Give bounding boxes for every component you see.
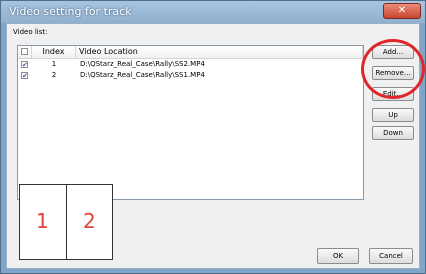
up-button[interactable]: Up — [372, 108, 414, 122]
header-index[interactable]: Index — [32, 46, 76, 58]
row-checkbox[interactable]: ✔ — [21, 72, 28, 80]
dialog-window: Video setting for track ✕ Video list: In… — [0, 0, 426, 274]
window-title: Video setting for track — [9, 5, 132, 18]
table-row[interactable]: ✔ 1 D:\QStarz_Real_Case\Rally\SS2.MP4 — [18, 59, 363, 70]
video-list[interactable]: Index Video Location ✔ 1 D:\QStarz_Real_… — [17, 45, 364, 200]
row-index: 2 — [51, 71, 57, 79]
row-index: 1 — [51, 60, 57, 68]
ok-button[interactable]: OK — [317, 248, 359, 264]
list-header: Index Video Location — [18, 46, 363, 59]
preview-panel-2: 2 — [83, 209, 96, 233]
remove-button[interactable]: Remove... — [372, 66, 414, 80]
dialog-client-area: Video list: Index Video Location ✔ 1 D:\… — [6, 23, 420, 269]
table-row[interactable]: ✔ 2 D:\QStarz_Real_Case\Rally\SS1.MP4 — [18, 70, 363, 81]
preview-panel-1: 1 — [36, 209, 49, 233]
close-icon: ✕ — [397, 5, 407, 16]
preview-divider — [66, 185, 67, 259]
add-button[interactable]: Add... — [372, 45, 414, 59]
close-button[interactable]: ✕ — [383, 3, 421, 19]
layout-preview[interactable]: 1 2 — [19, 184, 113, 260]
cancel-button[interactable]: Cancel — [369, 248, 413, 264]
header-checkbox[interactable] — [21, 48, 28, 55]
row-checkbox[interactable]: ✔ — [21, 61, 28, 69]
row-video-location: D:\QStarz_Real_Case\Rally\SS2.MP4 — [80, 60, 205, 68]
header-video-location[interactable]: Video Location — [76, 46, 363, 58]
header-checkbox-column[interactable] — [18, 46, 32, 58]
row-video-location: D:\QStarz_Real_Case\Rally\SS1.MP4 — [80, 71, 205, 79]
video-list-label: Video list: — [13, 28, 48, 36]
down-button[interactable]: Down — [372, 126, 414, 140]
title-bar[interactable]: Video setting for track ✕ — [1, 1, 425, 23]
edit-button[interactable]: Edit... — [372, 87, 414, 101]
